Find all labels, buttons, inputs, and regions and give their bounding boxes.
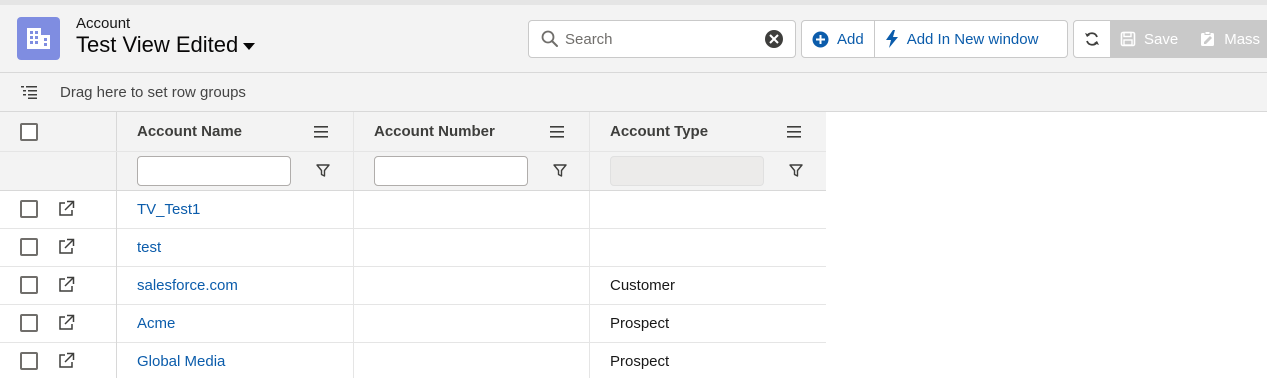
lightning-icon: [885, 30, 899, 48]
account-type-filter-input: [610, 156, 764, 186]
account-type-value: Customer: [610, 277, 676, 294]
account-name-cell: Acme: [117, 305, 354, 343]
filter-spacer: [0, 152, 117, 190]
filter-icon[interactable]: [789, 164, 803, 183]
select-all-checkbox[interactable]: [20, 123, 38, 141]
object-label: Account: [76, 15, 131, 32]
account-number-cell: [354, 229, 590, 267]
open-record-icon[interactable]: [58, 200, 75, 222]
row-checkbox[interactable]: [20, 276, 38, 294]
add-button-group: Add Add In New window: [801, 20, 1068, 58]
account-number-cell: [354, 191, 590, 229]
account-name-link[interactable]: TV_Test1: [137, 201, 200, 218]
table-row: salesforce.com Customer: [0, 267, 826, 305]
search-input[interactable]: [565, 27, 765, 51]
open-record-icon[interactable]: [58, 276, 75, 298]
account-name-cell: test: [117, 229, 354, 267]
column-header-account-type[interactable]: Account Type: [590, 112, 826, 151]
column-header-account-name[interactable]: Account Name: [117, 112, 354, 151]
row-select-cell: [0, 267, 117, 305]
table-row: TV_Test1: [0, 191, 826, 229]
open-record-icon[interactable]: [58, 352, 75, 374]
building-icon: [17, 17, 60, 60]
account-type-value: Prospect: [610, 353, 670, 370]
refresh-button[interactable]: [1073, 20, 1111, 58]
menu-icon[interactable]: [550, 125, 564, 143]
column-header-account-number[interactable]: Account Number: [354, 112, 590, 151]
disabled-actions: Save Mass: [1110, 20, 1267, 58]
search-icon: [541, 30, 559, 53]
clear-icon[interactable]: [765, 30, 783, 48]
filter-cell-account-type: [590, 152, 826, 190]
account-type-value: Prospect: [610, 315, 670, 332]
search-box: [528, 20, 796, 58]
row-select-cell: [0, 191, 117, 229]
account-name-cell: salesforce.com: [117, 267, 354, 305]
account-type-cell: Prospect: [590, 305, 826, 343]
grid-header-row: Account Name Account Number Account Type: [0, 112, 826, 152]
row-checkbox[interactable]: [20, 314, 38, 332]
mass-edit-icon: [1200, 31, 1216, 47]
column-header-label: Account Number: [374, 123, 495, 140]
menu-icon[interactable]: [314, 125, 328, 143]
table-row: Acme Prospect: [0, 305, 826, 343]
row-group-icon: [21, 86, 37, 104]
select-all-cell: [0, 112, 117, 151]
row-select-cell: [0, 343, 117, 378]
row-select-cell: [0, 229, 117, 267]
account-name-cell: TV_Test1: [117, 191, 354, 229]
account-type-cell: [590, 191, 826, 229]
account-type-cell: [590, 229, 826, 267]
filter-cell-account-name: [117, 152, 354, 190]
account-name-link[interactable]: test: [137, 239, 161, 256]
account-name-link[interactable]: salesforce.com: [137, 277, 238, 294]
account-name-cell: Global Media: [117, 343, 354, 378]
account-name-link[interactable]: Acme: [137, 315, 175, 332]
account-type-cell: Customer: [590, 267, 826, 305]
row-group-hint: Drag here to set row groups: [60, 84, 246, 101]
page-header: Account Test View Edited Search Add Add …: [0, 0, 1267, 73]
account-number-cell: [354, 267, 590, 305]
table-row: Global Media Prospect: [0, 343, 826, 378]
add-in-new-window-button[interactable]: Add In New window: [873, 21, 1049, 57]
row-group-panel[interactable]: Drag here to set row groups: [0, 73, 1267, 112]
filter-icon[interactable]: [553, 164, 567, 183]
filter-cell-account-number: [354, 152, 590, 190]
account-name-filter-input[interactable]: [137, 156, 291, 186]
mass-edit-label: Mass: [1224, 30, 1261, 48]
page-title: Test View Edited: [76, 32, 239, 57]
save-icon: [1120, 31, 1136, 47]
add-in-new-window-label: Add In New window: [906, 30, 1039, 48]
add-button-label: Add: [837, 30, 864, 48]
account-number-cell: [354, 305, 590, 343]
save-button[interactable]: Save: [1110, 31, 1178, 48]
mass-edit-button[interactable]: Mass: [1190, 31, 1260, 48]
table-row: test: [0, 229, 826, 267]
open-record-icon[interactable]: [58, 314, 75, 336]
chevron-down-icon: [243, 43, 256, 50]
account-type-cell: Prospect: [590, 343, 826, 378]
add-button[interactable]: Add: [802, 21, 874, 57]
account-name-link[interactable]: Global Media: [137, 353, 225, 370]
save-button-label: Save: [1144, 30, 1179, 48]
account-number-filter-input[interactable]: [374, 156, 528, 186]
menu-icon[interactable]: [787, 125, 801, 143]
column-header-label: Account Type: [610, 123, 709, 140]
row-checkbox[interactable]: [20, 200, 38, 218]
row-checkbox[interactable]: [20, 238, 38, 256]
column-header-label: Account Name: [137, 123, 243, 140]
grid-filter-row: [0, 152, 826, 191]
account-number-cell: [354, 343, 590, 378]
row-select-cell: [0, 305, 117, 343]
filter-icon[interactable]: [316, 164, 330, 183]
open-record-icon[interactable]: [58, 238, 75, 260]
view-switcher[interactable]: Test View Edited: [76, 32, 256, 58]
add-circle-icon: [812, 31, 829, 48]
row-checkbox[interactable]: [20, 352, 38, 370]
